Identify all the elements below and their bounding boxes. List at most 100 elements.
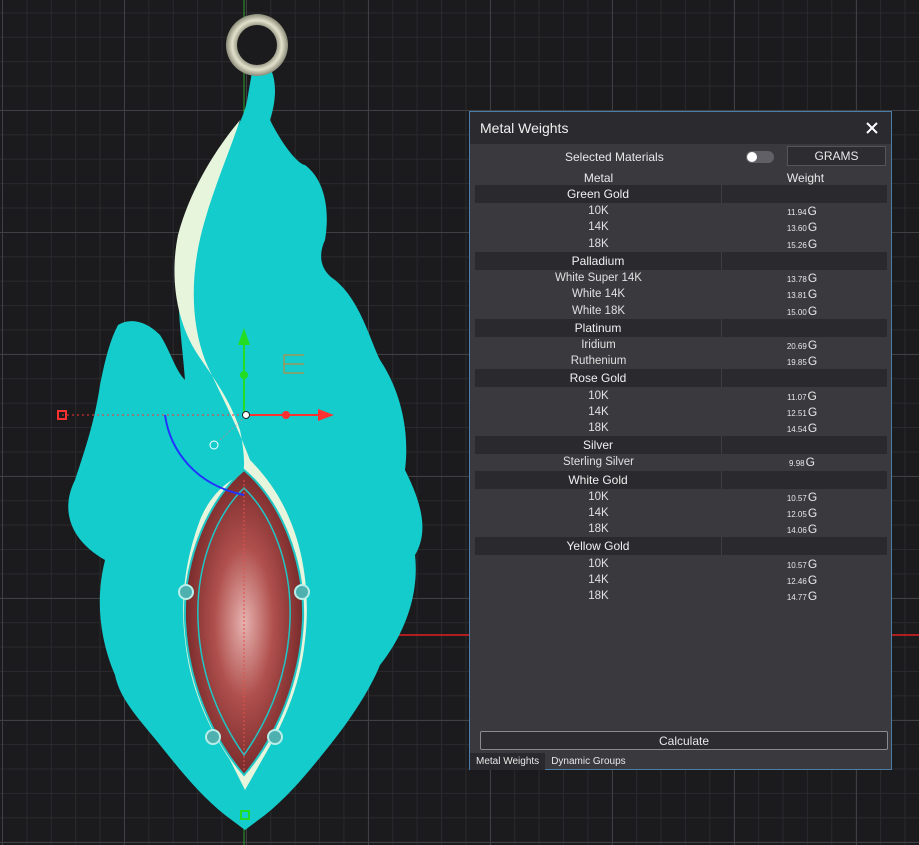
gizmo-x-dot[interactable] — [282, 411, 290, 419]
weight-value: 9.98 — [789, 459, 805, 469]
table-header: Metal Weight — [470, 171, 891, 185]
prong — [205, 729, 221, 745]
weight-value: 13.60 — [786, 224, 807, 234]
weight-cell: 15.00G — [722, 302, 882, 320]
weight-cell: 12.51G — [722, 403, 882, 421]
metal-alloy-name: 18K — [588, 422, 609, 435]
toggle-knob — [747, 152, 757, 162]
weight-cell: 10.57G — [722, 555, 882, 573]
table-row: 18K 14.54G — [475, 420, 887, 436]
weight-unit: G — [807, 404, 818, 419]
weight-cell: 10.57G — [722, 488, 882, 506]
selected-materials-label: Selected Materials — [565, 150, 664, 164]
weight-value: 15.00 — [786, 307, 807, 317]
panel-title: Metal Weights — [480, 120, 569, 136]
weight-unit: G — [807, 506, 818, 521]
table-row: White 18K 15.00G — [475, 302, 887, 318]
metal-alloy-name: 10K — [588, 557, 609, 570]
table-row: 10K 10.57G — [475, 489, 887, 505]
weight-unit: G — [807, 572, 818, 587]
prong — [294, 584, 310, 600]
table-row: Sterling Silver 9.98G — [475, 454, 887, 470]
group-header-row: Rose Gold — [475, 369, 887, 388]
weight-unit: G — [805, 455, 815, 470]
weight-value: 14.06 — [786, 526, 807, 536]
weight-value: 13.81 — [786, 291, 807, 301]
weight-value: 12.51 — [786, 408, 807, 418]
table-row: 18K 15.26G — [475, 236, 887, 252]
weight-value: 13.78 — [786, 275, 807, 285]
weight-value: 15.26 — [786, 240, 807, 250]
gizmo-y-dot[interactable] — [240, 371, 248, 379]
metal-alloy-name: White 14K — [571, 288, 626, 301]
weight-cell: 13.60G — [722, 218, 882, 236]
weight-value: 10.57 — [786, 493, 807, 503]
weight-unit: G — [807, 522, 818, 537]
metal-alloy-name: 14K — [588, 573, 609, 586]
metal-alloy-name: Ruthenium — [570, 355, 627, 368]
metal-weights-panel: Metal Weights Selected Materials GRAMS M… — [469, 111, 892, 770]
weight-cell: 14.06G — [722, 520, 882, 538]
table-row: Ruthenium 19.85G — [475, 353, 887, 369]
group-name: Rose Gold — [475, 369, 722, 388]
weight-unit: G — [807, 271, 818, 286]
weight-unit: G — [807, 287, 818, 302]
table-row: White Super 14K 13.78G — [475, 270, 887, 286]
group-name: Silver — [475, 436, 722, 455]
table-row: Iridium 20.69G — [475, 337, 887, 353]
weight-cell: 19.85G — [722, 352, 882, 370]
tab-metal-weights[interactable]: Metal Weights — [470, 753, 546, 770]
group-name: Yellow Gold — [475, 537, 722, 556]
metal-alloy-name: White Super 14K — [555, 272, 642, 285]
group-name: Green Gold — [475, 185, 722, 203]
prong — [267, 729, 283, 745]
weight-cell: 11.94G — [722, 202, 882, 220]
bail-ring-hole — [237, 25, 277, 65]
table-row: 14K 12.46G — [475, 572, 887, 588]
weight-value: 14.77 — [786, 593, 807, 603]
table-row: 14K 12.05G — [475, 505, 887, 521]
prong — [178, 584, 194, 600]
table-row: 10K 10.57G — [475, 555, 887, 571]
weight-value: 10.57 — [786, 560, 807, 570]
weight-unit: G — [807, 337, 818, 352]
group-header-row: Platinum — [475, 318, 887, 337]
weight-cell: 12.46G — [722, 571, 882, 589]
group-name: Palladium — [475, 251, 722, 270]
metal-alloy-name: 18K — [588, 237, 609, 250]
units-button[interactable]: GRAMS — [787, 146, 886, 166]
selected-materials-toggle[interactable] — [746, 151, 774, 163]
metal-alloy-name: 14K — [588, 221, 609, 234]
weight-value: 12.05 — [786, 510, 807, 520]
weight-cell: 11.07G — [722, 387, 882, 405]
tab-dynamic-groups[interactable]: Dynamic Groups — [545, 753, 631, 770]
group-header-row: Silver — [475, 436, 887, 455]
metal-alloy-name: 18K — [588, 523, 609, 536]
weight-unit: G — [807, 388, 817, 403]
weight-unit: G — [807, 354, 818, 369]
cad-viewport[interactable]: Metal Weights Selected Materials GRAMS M… — [0, 0, 919, 845]
table-row: 14K 13.60G — [475, 219, 887, 235]
table-row: 14K 12.51G — [475, 404, 887, 420]
weight-value: 20.69 — [786, 341, 807, 351]
group-header-row: Green Gold — [475, 185, 887, 203]
metal-alloy-name: 10K — [588, 389, 609, 402]
metal-alloy-name: 18K — [588, 590, 609, 603]
table-row: 18K 14.06G — [475, 521, 887, 537]
gizmo-center[interactable] — [242, 411, 250, 419]
table-row: 18K 14.77G — [475, 588, 887, 604]
close-button[interactable] — [863, 119, 881, 137]
weight-value: 12.46 — [786, 576, 807, 586]
weight-unit: G — [807, 236, 818, 251]
metal-alloy-name: 10K — [588, 205, 609, 218]
calculate-button[interactable]: Calculate — [480, 731, 888, 750]
weight-cell: 20.69G — [722, 336, 882, 354]
weight-value: 11.94 — [787, 208, 807, 218]
weight-cell: 14.77G — [722, 587, 882, 605]
group-name: Platinum — [475, 318, 722, 337]
weight-unit: G — [807, 489, 818, 504]
close-icon — [866, 122, 878, 134]
panel-header: Metal Weights — [470, 112, 891, 144]
weight-cell: 15.26G — [722, 235, 882, 253]
metal-alloy-name: 14K — [588, 405, 609, 418]
